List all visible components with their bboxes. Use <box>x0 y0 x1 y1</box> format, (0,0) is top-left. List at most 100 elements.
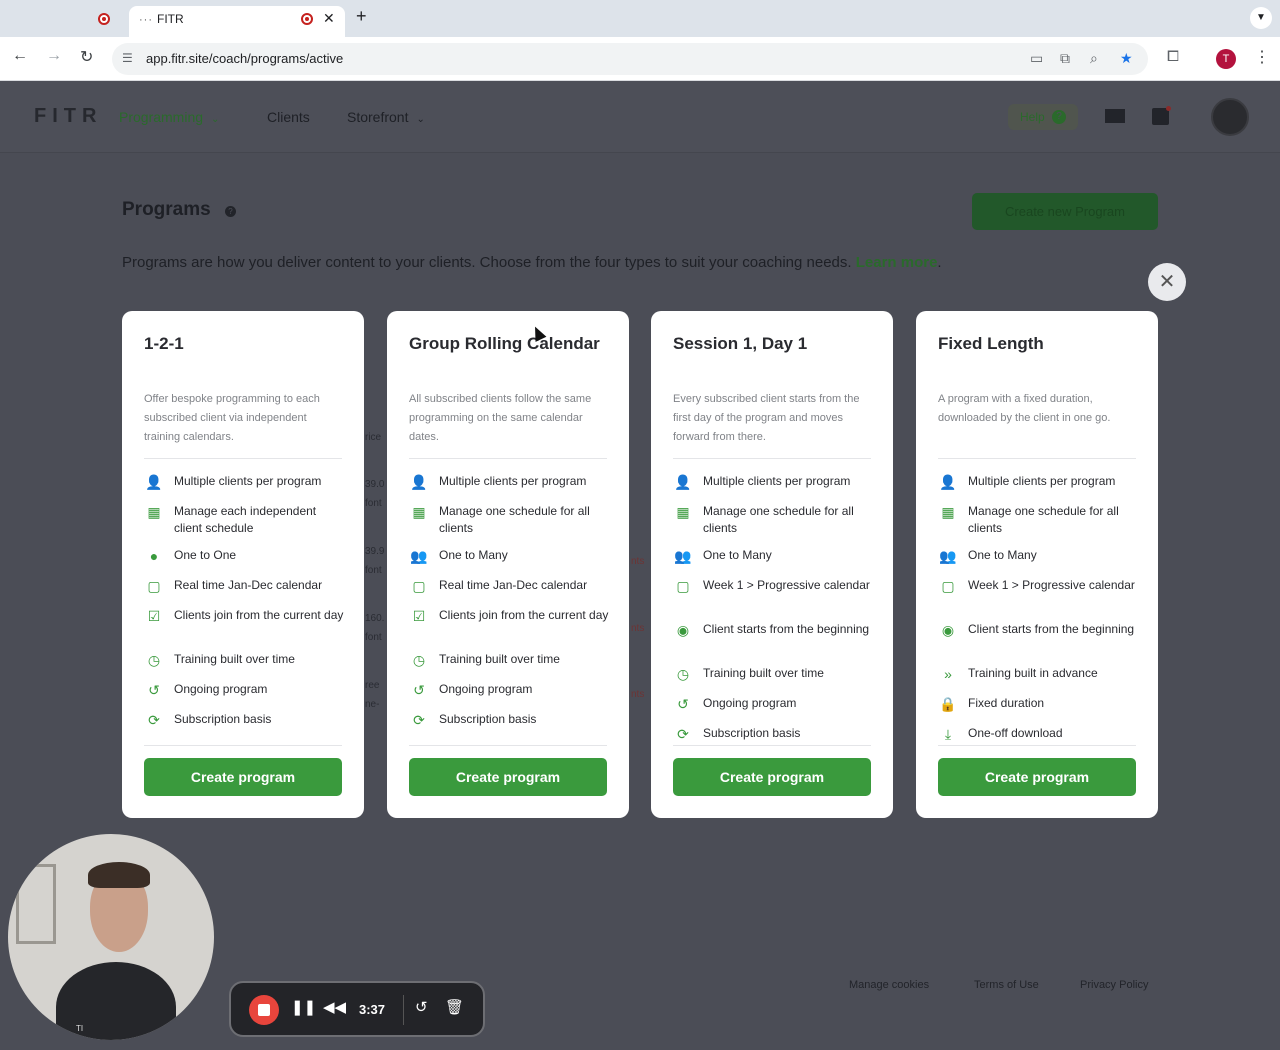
trash-icon[interactable]: 🗑 <box>445 998 464 1016</box>
reload-icon[interactable]: ↻ <box>80 47 93 67</box>
new-tab-icon[interactable]: + <box>356 6 367 27</box>
card-description: All subscribed clients follow the same p… <box>409 393 592 443</box>
extensions-icon[interactable]: ⧠ <box>1167 48 1179 65</box>
card-title: Fixed Length <box>938 334 1044 353</box>
feature-text: Manage each independent client schedule <box>174 504 317 535</box>
card-divider <box>938 745 1136 746</box>
create-program-button[interactable]: Create program <box>673 758 871 796</box>
feature-text: Subscription basis <box>703 726 801 740</box>
webcam-background <box>16 864 56 944</box>
bg-fragment: font <box>365 632 382 643</box>
card-divider <box>673 458 871 459</box>
feature-text: One-off download <box>968 726 1063 740</box>
bookmark-star-icon[interactable]: ★ <box>1120 50 1133 67</box>
users-icon: 👥 <box>939 548 957 564</box>
site-info-icon[interactable]: ☰ <box>122 51 133 65</box>
nav-storefront-label: Storefront <box>347 109 409 125</box>
bg-fragment: 39.0 <box>365 479 385 490</box>
recording-controls: ❚❚ ◀◀ 3:37 ↺ 🗑 <box>229 981 485 1037</box>
feature-text: Multiple clients per program <box>439 474 587 488</box>
help-label: Help <box>1020 110 1045 124</box>
user-avatar[interactable] <box>1211 98 1249 136</box>
bg-fragment: nts <box>631 689 645 700</box>
feature-text: Manage one schedule for all clients <box>703 504 854 535</box>
feature-text: Manage one schedule for all clients <box>968 504 1119 535</box>
notification-dot <box>1166 106 1171 111</box>
feature-text: Multiple clients per program <box>703 474 851 488</box>
card-title: 1-2-1 <box>144 334 184 353</box>
browser-tab-recording[interactable] <box>8 6 124 37</box>
feature-text: Week 1 > Progressive calendar <box>703 578 870 592</box>
refresh-icon: ⟳ <box>677 726 689 742</box>
fitr-logo[interactable]: FITR <box>34 105 102 128</box>
tab-title: FITR <box>157 12 184 26</box>
program-card: Group Rolling Calendar All subscribed cli… <box>387 311 629 818</box>
browser-tab-bar: ··· FITR ✕ + ▼ <box>0 0 1280 37</box>
feature-text: Subscription basis <box>174 712 272 726</box>
learn-more-link[interactable]: Learn more <box>856 254 938 271</box>
forward-icon[interactable]: → <box>46 47 62 65</box>
webcam-person-hair <box>88 862 150 888</box>
mail-icon[interactable] <box>1105 109 1125 123</box>
create-program-button[interactable]: Create program <box>938 758 1136 796</box>
profile-avatar[interactable]: T <box>1216 49 1236 69</box>
calendar-icon: ▢ <box>941 578 955 594</box>
bg-fragment: rice <box>365 432 382 443</box>
history-icon: ↺ <box>413 682 425 698</box>
calendar-icon: ▢ <box>412 578 426 594</box>
nav-programming[interactable]: Programming ⌄ <box>119 109 219 125</box>
feature-text: Real time Jan-Dec calendar <box>439 578 588 592</box>
rewind-icon[interactable]: ◀◀ <box>323 998 346 1016</box>
card-divider <box>144 458 342 459</box>
help-button[interactable]: Help ? <box>1008 104 1078 130</box>
browser-toolbar: ← → ↻ ☰ app.fitr.site/coach/programs/act… <box>0 37 1280 81</box>
history-icon: ↺ <box>677 696 689 712</box>
download-icon: ⤓ <box>944 726 952 742</box>
manage-cookies-link[interactable]: Manage cookies <box>849 979 929 991</box>
browser-tab-fitr[interactable]: ··· FITR ✕ <box>129 6 345 37</box>
info-icon[interactable]: ? <box>225 206 236 217</box>
play-circle-icon: ◉ <box>941 622 955 638</box>
nav-storefront[interactable]: Storefront ⌄ <box>347 109 425 125</box>
create-new-program-button[interactable]: Create new Program <box>972 193 1158 230</box>
users-icon: 👥 <box>674 548 692 564</box>
restart-icon[interactable]: ↺ <box>415 998 428 1016</box>
create-program-button[interactable]: Create program <box>144 758 342 796</box>
camera-icon[interactable]: ▭ <box>1030 50 1043 67</box>
tab-search-chevron-icon[interactable]: ▼ <box>1250 7 1272 29</box>
zoom-icon[interactable]: ⌕ <box>1090 50 1098 67</box>
create-program-button[interactable]: Create program <box>409 758 607 796</box>
feature-text: Real time Jan-Dec calendar <box>174 578 323 592</box>
feature-text: Clients join from the current day <box>439 608 609 622</box>
browser-menu-icon[interactable]: ⋮ <box>1254 47 1270 67</box>
webcam-person <box>56 962 176 1040</box>
recording-indicator-icon <box>301 13 313 25</box>
card-divider <box>673 745 871 746</box>
install-app-icon[interactable]: ⧉ <box>1060 50 1070 67</box>
bg-fragment: 39.9 <box>365 546 385 557</box>
terms-of-use-link[interactable]: Terms of Use <box>974 979 1039 991</box>
lock-icon: 🔒 <box>939 696 957 712</box>
card-divider <box>938 458 1136 459</box>
bg-fragment: font <box>365 498 382 509</box>
bg-fragment: 160. <box>365 613 385 624</box>
close-modal-icon[interactable]: ✕ <box>1148 263 1186 301</box>
privacy-policy-link[interactable]: Privacy Policy <box>1080 979 1148 991</box>
tab-close-icon[interactable]: ✕ <box>323 10 335 27</box>
calendar-icon: ▢ <box>676 578 690 594</box>
intro-text: Programs are how you deliver content to … <box>122 254 942 271</box>
url-text[interactable]: app.fitr.site/coach/programs/active <box>146 51 343 66</box>
stop-recording-button[interactable] <box>249 995 279 1025</box>
feature-text: Multiple clients per program <box>968 474 1116 488</box>
feature-text: One to Many <box>439 548 508 562</box>
webcam-bubble[interactable]: TI <box>8 834 214 1040</box>
pause-icon[interactable]: ❚❚ <box>291 998 316 1016</box>
address-bar[interactable]: ☰ app.fitr.site/coach/programs/active ▭ … <box>112 43 1148 75</box>
clock-icon: ◷ <box>412 652 426 668</box>
nav-clients[interactable]: Clients <box>267 109 310 125</box>
back-icon[interactable]: ← <box>12 47 28 65</box>
feature-text: Fixed duration <box>968 696 1045 710</box>
card-title: Group Rolling Calendar <box>409 334 600 353</box>
program-card: 1-2-1 Offer bespoke programming to each s… <box>122 311 364 818</box>
app-header: FITR Programming ⌄ Clients Storefront ⌄ He… <box>0 81 1280 153</box>
